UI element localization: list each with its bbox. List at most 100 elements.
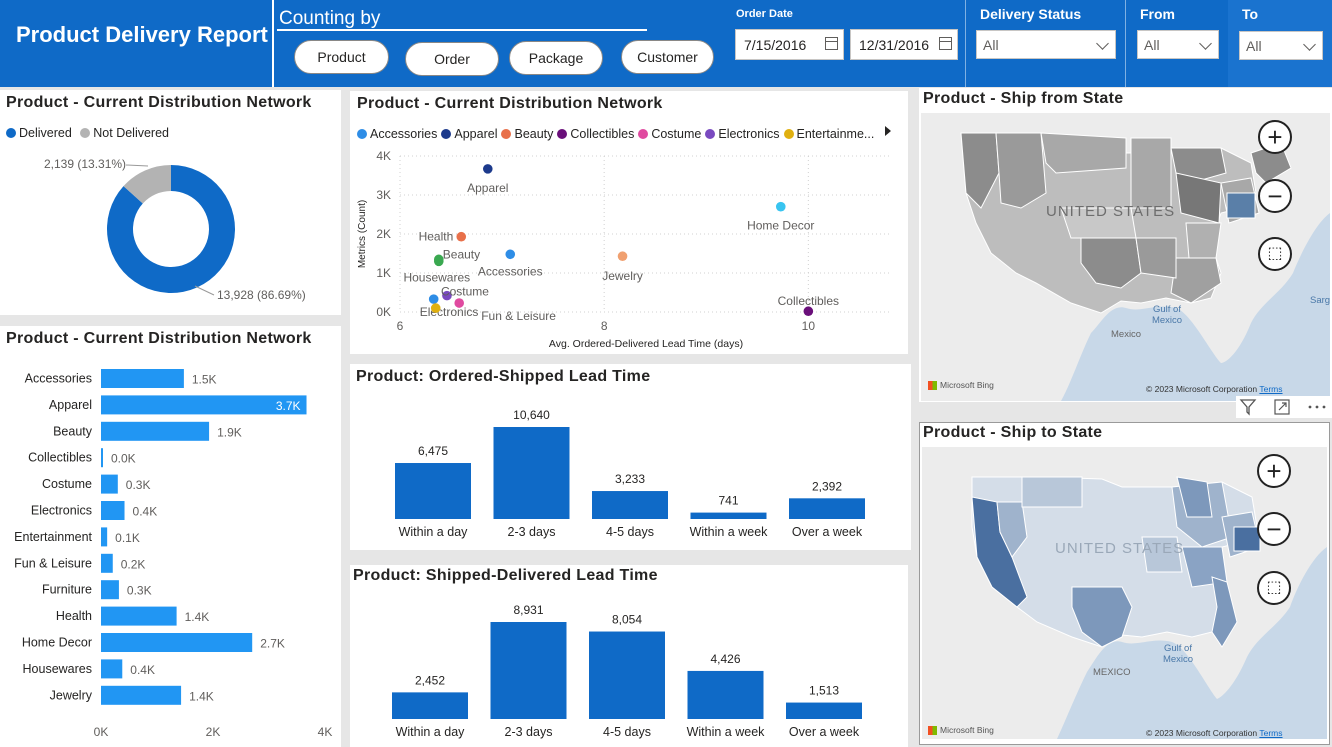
select-area-icon[interactable]: ⬚ (1257, 571, 1291, 605)
bar-category-label: 2-3 days (505, 725, 553, 739)
date-to-input[interactable]: 12/31/2016 (850, 29, 958, 60)
map-from-title: Product - Ship from State (923, 90, 1124, 107)
date-to-value: 12/31/2016 (859, 36, 930, 53)
hbar-bar[interactable] (101, 474, 118, 494)
map-to-title: Product - Ship to State (923, 424, 1103, 441)
hbar-data-label: 2.7K (260, 637, 285, 651)
hbar-bar[interactable] (101, 580, 119, 600)
bar[interactable] (490, 622, 567, 719)
hbar-bar[interactable] (101, 421, 210, 441)
hbar-category-label: Beauty (53, 424, 93, 438)
order-date-label: Order Date (736, 8, 793, 20)
counting-by-label: Counting by (279, 8, 381, 29)
hbar-category-label: Jewelry (50, 688, 93, 702)
hbar-category-label: Health (56, 609, 92, 623)
hbar-category-label: Collectibles (28, 451, 92, 465)
terms-link[interactable]: Terms (1259, 728, 1282, 738)
hbar-bar[interactable] (101, 501, 125, 520)
hbar-bar[interactable] (101, 553, 113, 573)
map-country-label: UNITED STATES (1055, 540, 1184, 557)
map-mexico-label: Mexico (1111, 329, 1141, 340)
hbar-bar[interactable] (101, 685, 182, 705)
counting-package-button[interactable]: Package (509, 41, 603, 75)
filter-icon[interactable] (1239, 398, 1257, 416)
zoom-in-icon[interactable]: + (1257, 454, 1291, 488)
chevron-down-icon (1096, 37, 1109, 50)
scatter-point[interactable] (456, 231, 467, 242)
select-area-icon[interactable]: ⬚ (1258, 237, 1292, 271)
bar[interactable] (395, 463, 471, 519)
terms-link[interactable]: Terms (1259, 384, 1282, 394)
from-value: All (1144, 36, 1160, 53)
delivery-status-select[interactable]: All (976, 30, 1116, 59)
ordered-shipped-panel: Product: Ordered-Shipped Lead Time 6,475… (350, 364, 911, 550)
counting-product-button[interactable]: Product (294, 40, 389, 74)
donut-label-delivered: 13,928 (86.69%) (217, 288, 306, 302)
focus-mode-icon[interactable] (1273, 398, 1291, 416)
donut-label-not-delivered: 2,139 (13.31%) (44, 157, 126, 171)
counting-order-button[interactable]: Order (405, 42, 499, 76)
scatter-point-label: Apparel (467, 181, 508, 195)
hbar-bar[interactable] (101, 659, 123, 679)
map-gulf-label: Gulf of Mexico (1163, 643, 1193, 665)
scatter-point-label: Beauty (443, 247, 480, 261)
zoom-in-icon[interactable]: + (1258, 120, 1292, 154)
zoom-out-icon[interactable]: − (1257, 512, 1291, 546)
bar-category-label: Over a week (792, 525, 863, 539)
map-sargasso-label: Sarg (1310, 295, 1330, 306)
hbar-bar[interactable] (101, 606, 177, 626)
map-from-panel: Product - Ship from State UNITED STATES … (919, 88, 1332, 402)
hbar-x-tick: 0K (94, 725, 109, 739)
zoom-out-icon[interactable]: − (1258, 179, 1292, 213)
scatter-x-tick: 10 (802, 319, 816, 333)
bing-logo: Microsoft Bing (928, 725, 994, 735)
counting-customer-button[interactable]: Customer (621, 40, 714, 74)
bar-data-label: 3,233 (615, 472, 645, 486)
bar-data-label: 2,392 (812, 479, 842, 493)
to-select[interactable]: All (1239, 31, 1323, 60)
scatter-point[interactable] (428, 294, 439, 304)
hbar-x-tick: 2K (206, 725, 221, 739)
bar[interactable] (392, 692, 468, 719)
hbar-bar[interactable] (101, 527, 108, 547)
hbar-category-label: Costume (42, 477, 92, 491)
scatter-y-tick: 2K (376, 227, 391, 241)
scatter-point[interactable] (505, 249, 516, 260)
hbar-bar[interactable] (101, 448, 103, 468)
bar-category-label: Within a day (399, 525, 469, 539)
hbar-bar[interactable] (101, 369, 184, 388)
scatter-y-axis-label: Metrics (Count) (357, 200, 368, 268)
scatter-point[interactable] (430, 303, 441, 313)
scatter-point[interactable] (433, 256, 444, 267)
more-options-icon[interactable] (1306, 398, 1328, 416)
bar[interactable] (690, 512, 767, 519)
map-mexico-label: MEXICO (1093, 667, 1130, 678)
hbar-category-label: Fun & Leisure (14, 556, 92, 570)
date-from-input[interactable]: 7/15/2016 (735, 29, 844, 60)
bar-data-label: 741 (718, 494, 738, 508)
calendar-icon[interactable] (825, 37, 838, 50)
visual-header-toolbar (1236, 396, 1332, 418)
bar[interactable] (687, 670, 764, 719)
scatter-point[interactable] (482, 164, 493, 174)
scatter-point[interactable] (454, 298, 465, 308)
hbar-bar[interactable] (101, 633, 253, 652)
bar[interactable] (786, 702, 862, 719)
bar[interactable] (589, 631, 665, 719)
chevron-down-icon (1199, 37, 1212, 50)
scatter-point-label: Electronics (420, 305, 479, 319)
shipped-delivered-chart: 2,452 Within a day 8,931 2-3 days 8,054 4-5 d… (392, 603, 862, 739)
bar[interactable] (789, 498, 865, 519)
hbar-data-label: 0.3K (127, 584, 152, 598)
date-from-value: 7/15/2016 (744, 36, 807, 53)
hbar-category-label: Accessories (25, 372, 92, 386)
calendar-icon[interactable] (939, 37, 952, 50)
scatter-point[interactable] (775, 201, 786, 212)
from-select[interactable]: All (1137, 30, 1219, 59)
scatter-x-axis-label: Avg. Ordered-Delivered Lead Time (days) (549, 338, 743, 350)
bar[interactable] (592, 491, 668, 519)
scatter-point-label: Home Decor (747, 219, 814, 233)
bar-category-label: 2-3 days (508, 525, 556, 539)
bar[interactable] (493, 427, 570, 519)
scatter-point[interactable] (617, 251, 628, 262)
